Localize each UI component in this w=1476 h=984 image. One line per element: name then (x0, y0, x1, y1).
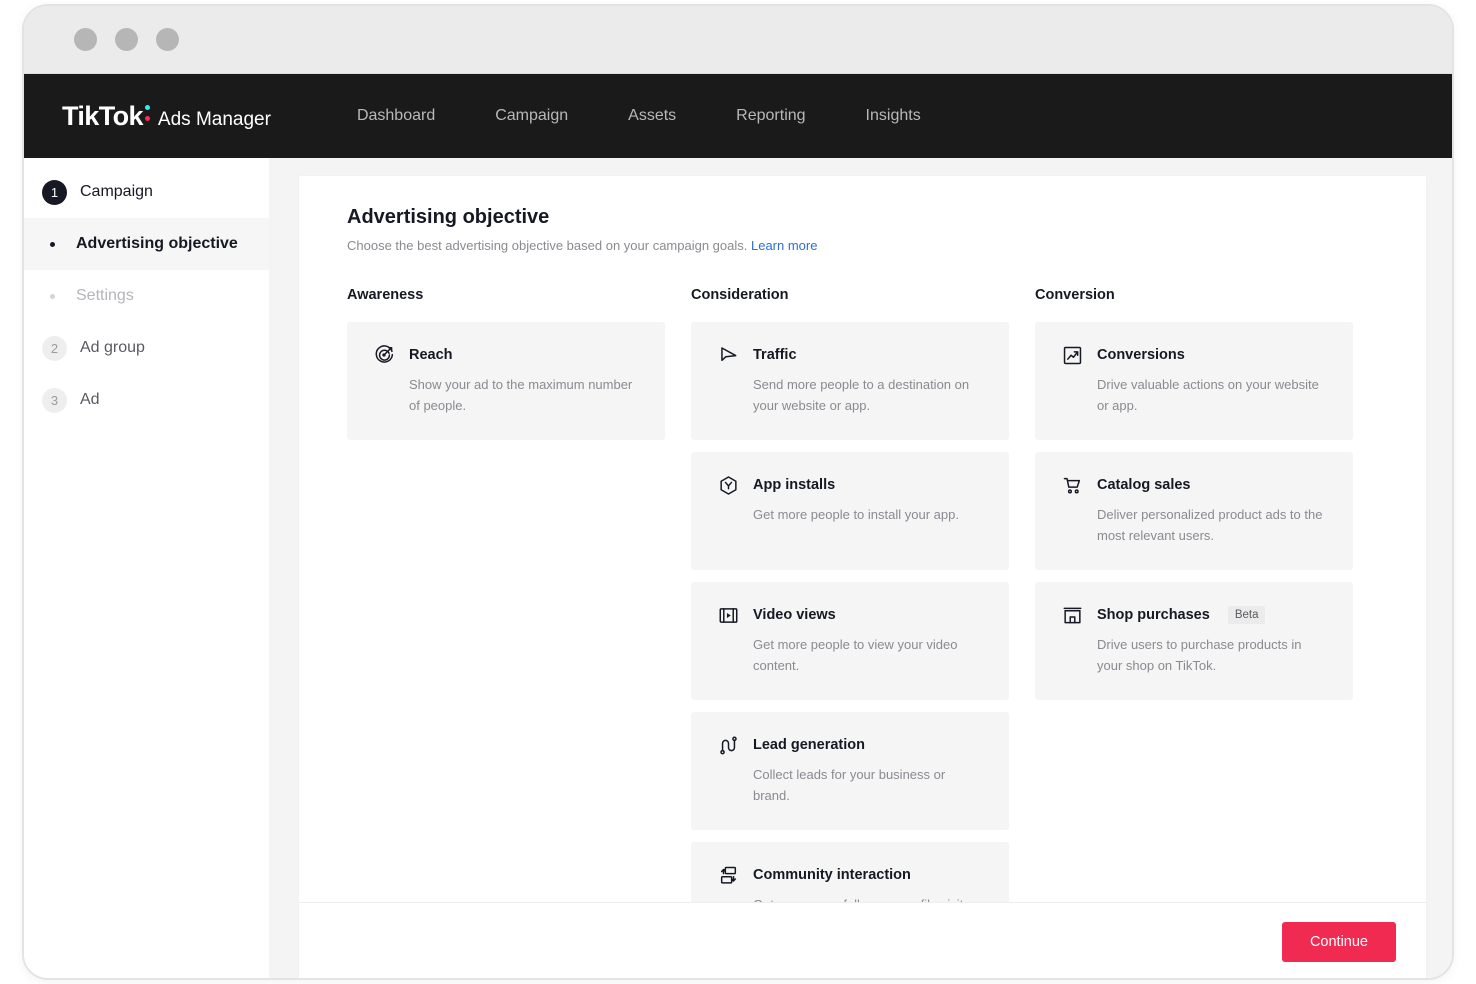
objective-title-app-installs: App installs (753, 477, 836, 493)
browser-window: TikTok Ads Manager Dashboard Campaign As… (22, 4, 1454, 980)
page-subtitle-text: Choose the best advertising objective ba… (347, 238, 748, 253)
objective-description-shop-purchases: Drive users to purchase products in your… (1097, 637, 1302, 673)
sidebar-item-advertising-objective[interactable]: Advertising objective (24, 218, 269, 270)
objective-header: App installs (717, 474, 985, 496)
sidebar-step-ad-group[interactable]: 2 Ad group (24, 322, 269, 374)
content-wrapper: Advertising objective Choose the best ad… (269, 158, 1452, 978)
sidebar: 1 Campaign Advertising objective Setting… (24, 158, 269, 978)
objective-card-shop-purchases[interactable]: Shop purchases Beta Drive users to purch… (1035, 582, 1353, 700)
nav-links: Dashboard Campaign Assets Reporting Insi… (327, 107, 951, 125)
objective-columns: Awareness Reach Show your ad to the maxi… (347, 287, 1380, 902)
objective-card-app-installs[interactable]: App installs Get more people to install … (691, 452, 1009, 570)
objective-description-lead-generation: Collect leads for your business or brand… (753, 767, 946, 803)
objective-title-conversions: Conversions (1097, 347, 1185, 363)
objective-description-traffic: Send more people to a destination on you… (753, 377, 970, 413)
sidebar-step-label-ad: Ad (80, 391, 100, 408)
objective-header: Community interaction (717, 864, 985, 886)
community-interaction-icon (717, 864, 739, 886)
objective-header: Conversions (1061, 344, 1329, 366)
top-navigation-bar: TikTok Ads Manager Dashboard Campaign As… (24, 74, 1452, 158)
brand-logo[interactable]: TikTok Ads Manager (62, 101, 271, 132)
lead-generation-magnet-icon (717, 734, 739, 756)
sidebar-step-label-campaign: Campaign (80, 183, 153, 200)
nav-link-reporting[interactable]: Reporting (706, 107, 835, 125)
reach-target-icon (373, 344, 395, 366)
page-title: Advertising objective (347, 206, 550, 228)
continue-button[interactable]: Continue (1281, 921, 1396, 962)
minimize-dot[interactable] (115, 28, 138, 51)
nav-link-dashboard[interactable]: Dashboard (327, 107, 465, 125)
objective-header: Shop purchases Beta (1061, 604, 1329, 626)
learn-more-link[interactable]: Learn more (751, 238, 817, 253)
card-body: Advertising objective Choose the best ad… (299, 176, 1426, 902)
catalog-sales-cart-icon (1061, 474, 1083, 496)
page-subtitle: Choose the best advertising objective ba… (347, 238, 1380, 253)
objective-title-reach: Reach (409, 347, 453, 363)
objective-description-video-views: Get more people to view your video conte… (753, 637, 958, 673)
brand-subtitle: Ads Manager (157, 108, 271, 130)
sidebar-step-campaign[interactable]: 1 Campaign (24, 166, 269, 218)
sidebar-item-settings[interactable]: Settings (24, 270, 269, 322)
maximize-dot[interactable] (156, 28, 179, 51)
sidebar-step-ad[interactable]: 3 Ad (24, 374, 269, 426)
step-number-badge-2: 2 (42, 335, 67, 361)
objective-header: Traffic (717, 344, 985, 366)
objective-title-traffic: Traffic (753, 347, 797, 363)
objective-description-app-installs: Get more people to install your app. (753, 507, 959, 522)
objective-title-video-views: Video views (753, 607, 836, 623)
objective-card-catalog-sales[interactable]: Catalog sales Deliver personalized produ… (1035, 452, 1353, 570)
objective-card-video-views[interactable]: Video views Get more people to view your… (691, 582, 1009, 700)
objective-description-catalog-sales: Deliver personalized product ads to the … (1097, 507, 1323, 543)
objective-header: Catalog sales (1061, 474, 1329, 496)
card-footer: Continue (299, 902, 1426, 978)
objective-description-conversions: Drive valuable actions on your website o… (1097, 377, 1319, 413)
conversions-chart-icon (1061, 344, 1083, 366)
objective-description-reach: Show your ad to the maximum number of pe… (409, 377, 633, 413)
status-badge-beta: Beta (1227, 606, 1266, 624)
bullet-icon-dim (50, 293, 55, 299)
sidebar-step-label-ad-group: Ad group (80, 339, 145, 356)
bullet-icon (50, 241, 55, 247)
column-heading-awareness: Awareness (347, 287, 424, 303)
objective-description-community-interaction: Get more page follows or profile visits. (717, 895, 985, 902)
objective-title-catalog-sales: Catalog sales (1097, 477, 1191, 493)
objective-header: Reach (373, 344, 641, 366)
objective-title-shop-purchases: Shop purchases (1097, 607, 1210, 623)
objective-header: Lead generation (717, 734, 985, 756)
step-number-badge-3: 3 (42, 387, 67, 413)
objective-title-community-interaction: Community interaction (753, 867, 911, 883)
column-consideration: Consideration Traffic Send more people t… (691, 287, 1009, 902)
window-titlebar (24, 6, 1452, 74)
column-heading-consideration: Consideration (691, 287, 789, 303)
objective-card-lead-generation[interactable]: Lead generation Collect leads for your b… (691, 712, 1009, 830)
shop-purchases-store-icon (1061, 604, 1083, 626)
nav-link-campaign[interactable]: Campaign (465, 107, 598, 125)
step-number-badge-1: 1 (42, 179, 67, 205)
video-views-film-icon (717, 604, 739, 626)
column-awareness: Awareness Reach Show your ad to the maxi… (347, 287, 665, 902)
objective-header: Video views (717, 604, 985, 626)
close-dot[interactable] (74, 28, 97, 51)
traffic-cursor-icon (717, 344, 739, 366)
column-heading-conversion: Conversion (1035, 287, 1115, 303)
column-conversion: Conversion Conversions Drive valuable ac… (1035, 287, 1353, 902)
app-installs-hexagon-icon (717, 474, 739, 496)
objective-card-reach[interactable]: Reach Show your ad to the maximum number… (347, 322, 665, 440)
nav-link-insights[interactable]: Insights (836, 107, 951, 125)
tiktok-colon-icon (144, 104, 153, 125)
content-card: Advertising objective Choose the best ad… (299, 176, 1426, 978)
sidebar-sublabel-settings: Settings (76, 287, 134, 304)
body-area: 1 Campaign Advertising objective Setting… (24, 158, 1452, 978)
nav-link-assets[interactable]: Assets (598, 107, 706, 125)
objective-title-lead-generation: Lead generation (753, 737, 865, 753)
objective-card-community-interaction[interactable]: Community interaction Get more page foll… (691, 842, 1009, 902)
objective-card-conversions[interactable]: Conversions Drive valuable actions on yo… (1035, 322, 1353, 440)
objective-card-traffic[interactable]: Traffic Send more people to a destinatio… (691, 322, 1009, 440)
sidebar-sublabel-advertising-objective: Advertising objective (76, 235, 238, 252)
brand-logo-text: TikTok (62, 100, 144, 131)
